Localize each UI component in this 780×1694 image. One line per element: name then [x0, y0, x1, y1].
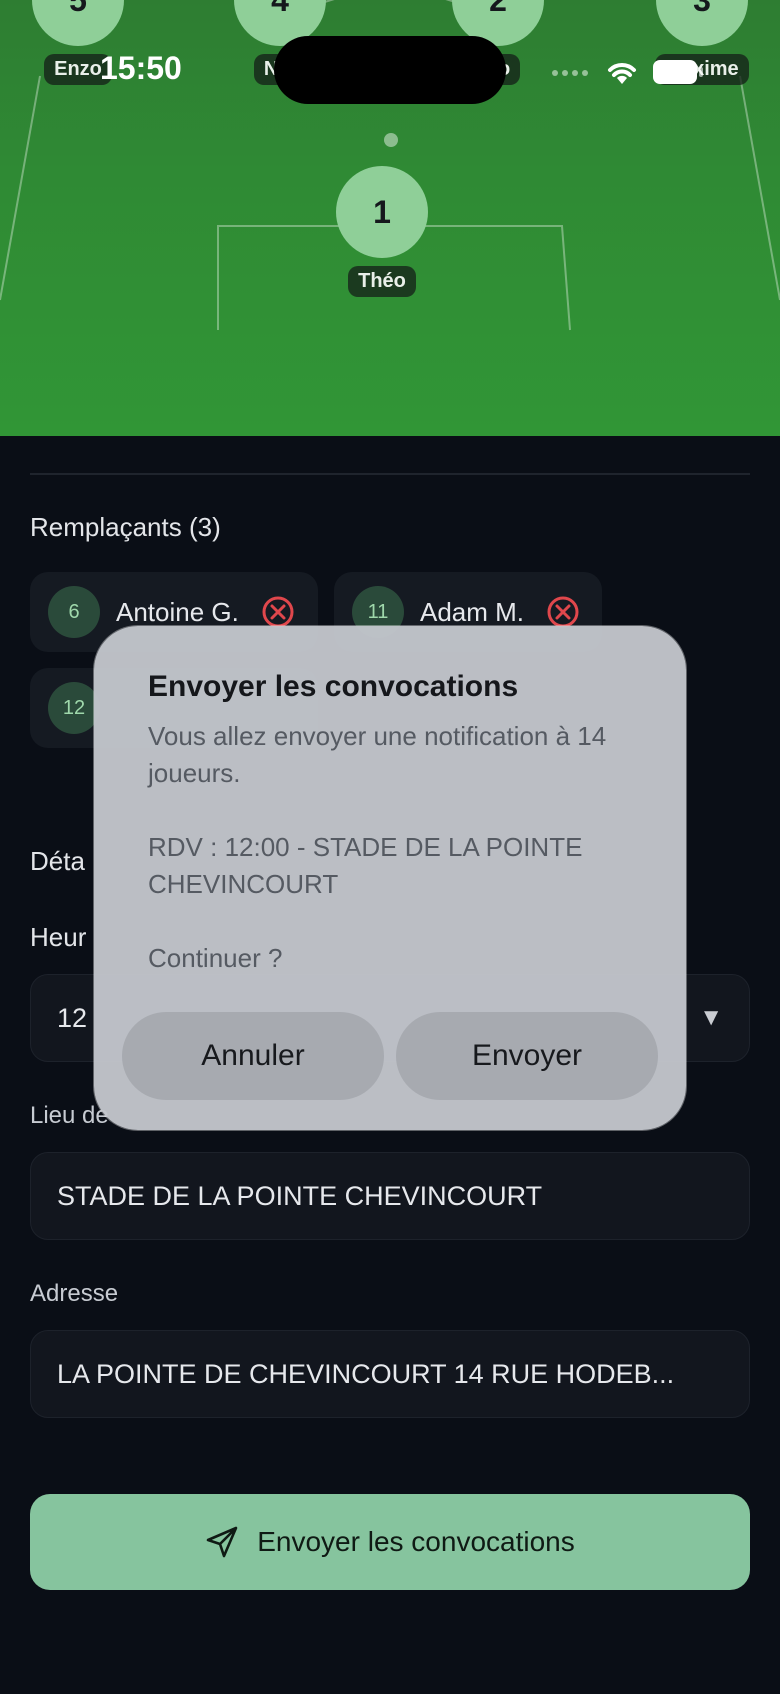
cancel-button[interactable]: Annuler — [122, 1012, 384, 1100]
dynamic-island — [274, 36, 506, 104]
divider — [30, 473, 750, 475]
remove-icon[interactable] — [546, 595, 580, 629]
send-convocations-button[interactable]: Envoyer les convocations — [30, 1494, 750, 1590]
confirm-dialog: Envoyer les convocations Vous allez envo… — [94, 626, 686, 1130]
status-icons — [552, 58, 704, 86]
place-input[interactable]: STADE DE LA POINTE CHEVINCOURT — [30, 1152, 750, 1240]
chevron-down-icon: ▼ — [699, 1004, 723, 1031]
player-number: 5 — [32, 0, 124, 46]
send-convocations-label: Envoyer les convocations — [257, 1526, 575, 1557]
confirm-send-button[interactable]: Envoyer — [396, 1012, 658, 1100]
cellular-signal-icon — [552, 63, 592, 81]
remove-icon[interactable] — [261, 595, 295, 629]
substitute-number: 12 — [48, 682, 100, 734]
time-value: 12 — [57, 1002, 88, 1033]
wifi-icon — [608, 63, 636, 84]
time-label: Heur — [30, 922, 87, 952]
address-label: Adresse — [30, 1280, 119, 1307]
dialog-message: Vous allez envoyer une notification à 14… — [148, 721, 607, 973]
player-number: 1 — [336, 166, 428, 258]
substitute-name: Antoine G. — [116, 596, 239, 627]
battery-icon — [653, 60, 703, 84]
substitute-name: Adam M. — [420, 596, 525, 627]
address-input[interactable]: LA POINTE DE CHEVINCOURT 14 RUE HODEB... — [30, 1330, 750, 1418]
substitutes-title: Remplaçants (3) — [30, 512, 221, 542]
player-token[interactable]: 1 Théo — [317, 166, 447, 297]
status-time: 15:50 — [100, 50, 182, 86]
place-label: Lieu de — [30, 1102, 109, 1129]
player-name: Théo — [348, 266, 416, 297]
dialog-title: Envoyer les convocations — [148, 670, 519, 703]
player-number: 3 — [656, 0, 748, 46]
substitute-number: 6 — [48, 586, 100, 638]
send-icon — [206, 1526, 238, 1558]
details-title: Déta — [30, 846, 85, 876]
